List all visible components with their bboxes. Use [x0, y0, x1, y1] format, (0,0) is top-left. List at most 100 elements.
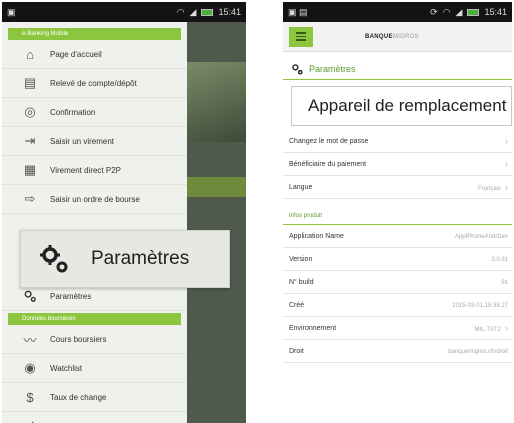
info-row-0[interactable]: Application Name AppIPhoneAndrDev [283, 225, 512, 248]
confirmation-icon: ◎ [24, 104, 36, 119]
brand-logo: BANQUEMIGROS [365, 33, 419, 40]
sidebar-item-3[interactable]: ⇥ Saisir un virement [2, 127, 187, 156]
settings-popup[interactable]: Paramètres [20, 230, 230, 288]
sidebar-item-label: Saisir un ordre de bourse [50, 194, 140, 204]
row-value: 3.0.91 [491, 256, 508, 263]
converter-icon: ⇄ [22, 418, 38, 423]
right-phone-screen: ▣ ▤ ⟳ ◠ ◢ 15:41 BANQUEMIGROS Paramètres … [283, 2, 512, 423]
status-bar: ▣ ◠ ◢ 15:41 [2, 2, 246, 22]
chevron-right-icon: › [505, 182, 508, 192]
notification-icon: ▣ ▤ [288, 6, 308, 17]
row-value: 2015-03-01,15:38:27 [452, 302, 508, 309]
chart-line-icon: 〰 [23, 332, 37, 348]
settings-row-1[interactable]: Bénéficiaire du paiement › [283, 153, 512, 176]
row-value-wrap: 3.0.91 [491, 256, 508, 263]
sidebar-item-label: Cours boursiers [50, 334, 107, 344]
currency-icon: $ [26, 389, 34, 405]
stock-order-icon: ⇨ [24, 191, 36, 206]
watchlist-icon: ◉ [24, 360, 36, 375]
sidebar-item-label: Confirmation [50, 107, 96, 117]
status-time: 15:41 [218, 7, 241, 17]
sidebar-item-label: Saisir un virement [50, 136, 115, 146]
status-bar: ▣ ▤ ⟳ ◠ ◢ 15:41 [283, 2, 512, 22]
settings-row-0[interactable]: Changez le mot de passe › [283, 130, 512, 153]
signal-icon: ◢ [189, 6, 197, 17]
sidebar-item-bourse-2[interactable]: $ Taux de change [2, 383, 187, 412]
page-title-text: Paramètres [309, 63, 356, 74]
sync-icon: ⟳ [430, 6, 438, 17]
settings-row-2[interactable]: Langue Français › [283, 176, 512, 199]
row-value: banquemigros.chrdroit [448, 348, 508, 355]
row-label: N° build [289, 278, 314, 286]
row-label: Environnement [289, 324, 337, 332]
popup-label: Paramètres [91, 248, 190, 269]
section-header-bourse: Données boursières [8, 313, 181, 325]
row-label: Langue [289, 183, 313, 191]
gears-icon [292, 63, 303, 75]
page-title: Paramètres [283, 58, 512, 80]
background-band [187, 177, 246, 197]
sidebar-item-4[interactable]: ▦ Virement direct P2P [2, 156, 187, 185]
sidebar-item-bourse-1[interactable]: ◉ Watchlist [2, 354, 187, 383]
battery-icon [467, 8, 480, 16]
replacement-device-button[interactable]: Appareil de remplacement [291, 86, 512, 126]
status-time: 15:41 [484, 7, 507, 17]
row-value: MIL.TST2 [474, 327, 501, 333]
row-value-wrap: AppIPhoneAndrDev [455, 233, 508, 240]
wifi-icon: ◠ [442, 6, 451, 17]
row-value: 91 [501, 279, 508, 286]
section-header-banking: e-Banking Mobile [8, 28, 181, 40]
home-icon: ⌂ [26, 46, 34, 62]
battery-icon [201, 8, 214, 16]
app-bar: BANQUEMIGROS [283, 22, 512, 52]
row-label: Changez le mot de passe [289, 137, 369, 145]
row-value-wrap: › [501, 136, 508, 146]
sidebar-item-label: Relevé de compte/dépôt [50, 78, 137, 88]
gears-icon [22, 288, 38, 304]
row-value-wrap: banquemigros.chrdroit [448, 348, 508, 355]
hamburger-icon [296, 32, 306, 34]
row-label: Version [289, 255, 313, 263]
info-row-2[interactable]: N° build 91 [283, 271, 512, 294]
sidebar-item-bourse-0[interactable]: 〰 Cours boursiers [2, 325, 187, 354]
chevron-right-icon: › [505, 159, 508, 169]
row-value-wrap: 2015-03-01,15:38:27 [452, 302, 508, 309]
sidebar-item-0[interactable]: ⌂ Page d'accueil [2, 40, 187, 69]
row-label: Droit [289, 347, 304, 355]
sidebar-item-label: Paramètres [50, 291, 92, 301]
left-phone-screen: ▣ ◠ ◢ 15:41 e-Banking Mobile ⌂ Page d'acc… [2, 2, 246, 423]
info-section-header: Infos produit [283, 207, 512, 225]
wifi-icon: ◠ [176, 6, 185, 17]
row-value: Français [477, 186, 501, 192]
sidebar-item-2[interactable]: ◎ Confirmation [2, 98, 187, 127]
row-label: Créé [289, 301, 305, 309]
document-icon: ▤ [23, 75, 37, 90]
row-label: Bénéficiaire du paiement [289, 160, 367, 168]
chevron-right-icon: › [505, 136, 508, 146]
sidebar-item-bourse-3[interactable]: ⇄Convertisseur de [2, 412, 187, 423]
row-value-wrap: 91 [501, 279, 508, 286]
row-label: Application Name [289, 232, 344, 240]
row-value: AppIPhoneAndrDev [454, 233, 508, 240]
transfer-icon: ⇥ [24, 133, 36, 148]
sidebar-item-label: Taux de change [50, 392, 107, 402]
info-row-1[interactable]: Version 3.0.91 [283, 248, 512, 271]
row-value-wrap: › [501, 159, 508, 169]
gears-icon [40, 245, 68, 273]
notification-icon: ▣ [7, 6, 16, 17]
info-row-4[interactable]: Environnement MIL.TST2 › [283, 317, 512, 340]
info-row-3[interactable]: Créé 2015-03-01,15:38:27 [283, 294, 512, 317]
background-photo [187, 62, 246, 142]
sidebar-item-5[interactable]: ⇨ Saisir un ordre de bourse [2, 185, 187, 214]
signal-icon: ◢ [455, 6, 463, 17]
info-row-5[interactable]: Droit banquemigros.chrdroit [283, 340, 512, 363]
drawer-lower-section: Paramètres Données boursières 〰 Cours bou… [2, 282, 187, 423]
chevron-right-icon: › [505, 323, 508, 333]
p2p-icon: ▦ [23, 162, 37, 177]
sidebar-item-label: Virement direct P2P [50, 165, 121, 175]
sidebar-item-1[interactable]: ▤ Relevé de compte/dépôt [2, 69, 187, 98]
row-value-wrap: MIL.TST2 › [475, 323, 508, 333]
menu-button[interactable] [289, 26, 313, 47]
sidebar-item-label: Page d'accueil [50, 49, 102, 59]
sidebar-item-label: Watchlist [50, 363, 83, 373]
